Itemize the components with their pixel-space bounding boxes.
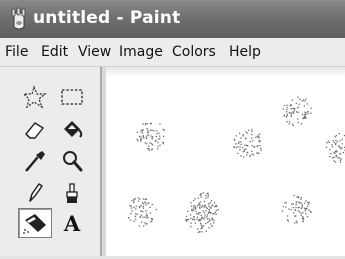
menu-file[interactable]: File (5, 44, 28, 60)
tool-text[interactable]: A (55, 208, 89, 238)
eraser-icon (25, 122, 44, 139)
spray-blob (128, 197, 157, 227)
tool-rectangle-select[interactable] (55, 82, 89, 112)
menu-colors[interactable]: Colors (172, 44, 216, 60)
tool-pencil[interactable] (18, 178, 52, 208)
spray-blob (233, 129, 262, 158)
tool-pick-color[interactable] (18, 146, 52, 176)
pencil-icon (29, 183, 43, 202)
text-tool-icon: A (63, 210, 81, 236)
free-form-select-icon (22, 85, 47, 109)
menu-view[interactable]: View (78, 44, 111, 60)
menu-edit[interactable]: Edit (41, 44, 68, 60)
spray-layer (128, 96, 345, 233)
tool-eraser[interactable] (18, 114, 52, 144)
tool-magnifier[interactable] (55, 146, 89, 176)
tool-free-form-select[interactable] (18, 82, 52, 112)
paint-window: untitled - Paint File Edit View Image Co… (0, 0, 345, 259)
brush-icon (66, 183, 78, 203)
tool-airbrush[interactable] (18, 208, 52, 238)
eyedropper-icon (25, 151, 45, 172)
menu-help[interactable]: Help (229, 44, 261, 60)
menu-image[interactable]: Image (119, 44, 163, 60)
paint-bucket-icon (64, 121, 83, 138)
spray-blob (281, 194, 312, 224)
spray-blob (185, 202, 215, 233)
title-bar: untitled - Paint (0, 0, 345, 38)
spray-blob (325, 133, 345, 163)
window-title: untitled - Paint (33, 8, 181, 28)
menu-bar: File Edit View Image Colors Help (0, 38, 345, 67)
tool-brush[interactable] (55, 178, 89, 208)
tool-fill-with-color[interactable] (55, 114, 89, 144)
magnifier-icon (63, 151, 83, 172)
spray-blob (136, 122, 165, 151)
toolbox: A (0, 67, 102, 259)
paint-app-icon (11, 7, 26, 30)
spray-blob (282, 96, 312, 127)
spray-blob (190, 192, 219, 223)
canvas-edge (102, 67, 106, 259)
airbrush-icon (23, 214, 46, 234)
canvas-shadow (102, 67, 345, 77)
drawing-canvas[interactable] (102, 67, 345, 259)
rectangle-select-icon (61, 89, 83, 105)
